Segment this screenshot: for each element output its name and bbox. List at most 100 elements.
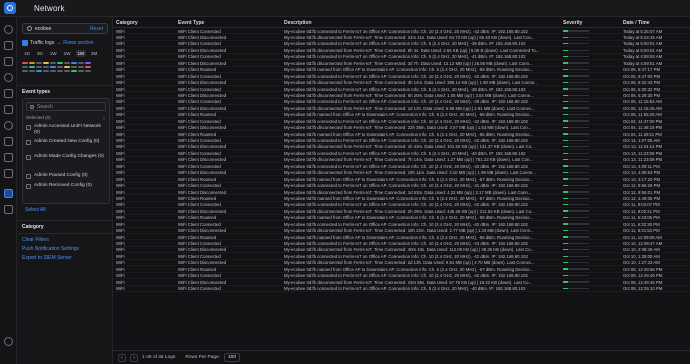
event-types-search-input[interactable]: Search <box>26 102 106 111</box>
selected-count[interactable]: Selected (6) ⌄ <box>26 115 106 121</box>
event-type-item[interactable]: Admin Made Config Changes (0) <box>26 154 108 160</box>
date-time-cell: Oct 11, 9:02:21 PM <box>623 208 660 214</box>
category-cell: WiFi <box>116 163 125 169</box>
checkbox[interactable] <box>26 184 31 189</box>
description-cell: My-ecobee 0d:fb connected to Ferris-IoT … <box>284 41 526 47</box>
range-2w[interactable]: 2W <box>62 50 73 57</box>
nav-rail <box>0 17 17 364</box>
checkbox[interactable] <box>26 174 31 179</box>
column-description[interactable]: Description <box>284 20 312 26</box>
range-3d[interactable]: 3D <box>35 50 45 57</box>
severity-indicator <box>563 133 589 135</box>
traffic-logs-notice: Traffic logs → Flows section <box>22 38 108 47</box>
select-all-link[interactable]: Select All <box>25 207 46 213</box>
date-time-cell: Oct 04, 11:29:11 PM <box>623 131 662 137</box>
category-cell: WiFi <box>116 241 125 247</box>
column-severity[interactable]: Severity <box>563 20 582 26</box>
unifi-logo-icon[interactable] <box>4 2 16 14</box>
reset-button[interactable]: Reset <box>90 26 103 32</box>
severity-fill <box>563 261 568 264</box>
category-title[interactable]: Category <box>22 224 44 230</box>
severity-fill <box>563 101 568 103</box>
description-cell: My-ecobee 0d:fb roamed from Office AP to… <box>284 215 534 221</box>
date-time-cell: Today at 5:25:07 AM <box>623 28 663 34</box>
checkbox[interactable] <box>26 125 31 130</box>
search-icon <box>27 26 32 31</box>
severity-fill <box>563 287 568 290</box>
table-row[interactable]: WiFi WiFi Client Connected My-ecobee 0d:fb… <box>113 286 690 292</box>
security-icon[interactable] <box>4 137 13 146</box>
event-type-item[interactable]: Admin Accessed UniFi Network (0) <box>26 124 108 136</box>
event-type-item[interactable]: Admin Removed Config (0) <box>26 183 108 189</box>
statistics-icon[interactable] <box>4 89 13 98</box>
pagination: ‹ › 1-46 of 46 Logs Rows Per Page: 100 <box>118 353 241 362</box>
settings-gear-icon[interactable] <box>4 337 13 346</box>
search-input[interactable]: ecobee Reset <box>22 23 108 34</box>
system-log-icon[interactable] <box>4 189 13 198</box>
severity-indicator <box>563 165 589 167</box>
column-category[interactable]: Category <box>116 20 138 26</box>
severity-fill <box>563 268 568 270</box>
category-cell: WiFi <box>116 221 125 227</box>
column-date-time[interactable]: Date / Time <box>623 20 650 26</box>
description-cell: My-ecobee 0d:fb connected to Ferris-IoT … <box>284 150 526 156</box>
rows-per-page-select[interactable]: 100 <box>224 353 241 362</box>
topology-icon[interactable] <box>4 41 13 50</box>
date-time-cell: Oct 11, 6:33:05 PM <box>623 215 660 221</box>
search-value[interactable]: ecobee <box>35 26 90 32</box>
clients-icon[interactable] <box>4 73 13 82</box>
event-type-cell: WiFi Client Disconnected <box>178 260 226 266</box>
date-time-cell: Oct 13, 4:08:53 PM <box>623 170 661 176</box>
ports-icon[interactable] <box>4 105 13 114</box>
severity-fill <box>563 165 568 167</box>
severity-fill <box>563 81 568 84</box>
export-siem-link[interactable]: Export to SIEM Server <box>22 255 72 261</box>
description-cell: My-ecobee 0d:fb roamed from Office AP to… <box>284 131 534 137</box>
category-cell: WiFi <box>116 41 125 47</box>
date-time-cell: Oct 12, 9:56:26 PM <box>623 183 661 189</box>
category-cell: WiFi <box>116 260 125 266</box>
prev-page-button[interactable]: ‹ <box>118 353 126 362</box>
category-cell: WiFi <box>116 279 125 285</box>
push-notification-settings-link[interactable]: Push Notification Settings <box>22 246 79 252</box>
alarm-icon[interactable] <box>4 205 13 214</box>
range-1d[interactable]: 1D <box>22 50 32 57</box>
severity-indicator <box>563 62 589 64</box>
severity-indicator <box>563 249 589 251</box>
description-cell: My-ecobee 0d:fb roamed from Office AP to… <box>284 176 534 182</box>
checkbox[interactable] <box>26 140 31 145</box>
date-time-cell: Oct 04, 11:46:18 PM <box>623 125 663 131</box>
event-type-cell: WiFi Client Disconnected <box>178 279 226 285</box>
severity-indicator <box>563 75 589 77</box>
severity-indicator <box>563 287 589 290</box>
routing-icon[interactable] <box>4 169 13 178</box>
severity-indicator <box>563 139 589 142</box>
next-page-button[interactable]: › <box>130 353 138 362</box>
range-1w[interactable]: 1W <box>48 50 59 57</box>
event-type-item[interactable]: Admin Created New Config (0) <box>26 139 108 145</box>
dashboard-icon[interactable] <box>4 25 13 34</box>
event-types-title[interactable]: Event types <box>22 89 50 95</box>
flows-section-link[interactable]: Flows section <box>63 40 93 46</box>
clear-filters-link[interactable]: Clear Filters <box>22 237 49 243</box>
severity-fill <box>563 133 568 135</box>
column-event-type[interactable]: Event Type <box>178 20 204 26</box>
description-cell: My-ecobee 0d:fb disconnected from Ferris… <box>284 279 533 285</box>
event-type-cell: WiFi Client Disconnected <box>178 80 226 86</box>
severity-indicator <box>563 126 589 129</box>
vpn-icon[interactable] <box>4 153 13 162</box>
description-cell: My-ecobee 0d:fb disconnected from Ferris… <box>284 208 535 214</box>
event-type-item[interactable]: Admin Paused Config (0) <box>26 173 108 179</box>
radios-icon[interactable] <box>4 121 13 130</box>
checkbox[interactable] <box>26 155 31 160</box>
range-3m[interactable]: 3M <box>89 50 99 57</box>
table-body: WiFi WiFi Client Connected My-ecobee 0d:fb… <box>113 28 690 292</box>
devices-icon[interactable] <box>4 57 13 66</box>
table-footer: ‹ › 1-46 of 46 Logs Rows Per Page: 100 <box>113 350 690 364</box>
event-type-cell: WiFi Client Roamed <box>178 67 217 73</box>
severity-fill <box>563 152 568 154</box>
category-cell: WiFi <box>116 60 125 66</box>
traffic-logs-checkbox[interactable] <box>22 39 28 46</box>
severity-fill <box>563 255 568 257</box>
range-1m[interactable]: 1M <box>75 50 86 57</box>
